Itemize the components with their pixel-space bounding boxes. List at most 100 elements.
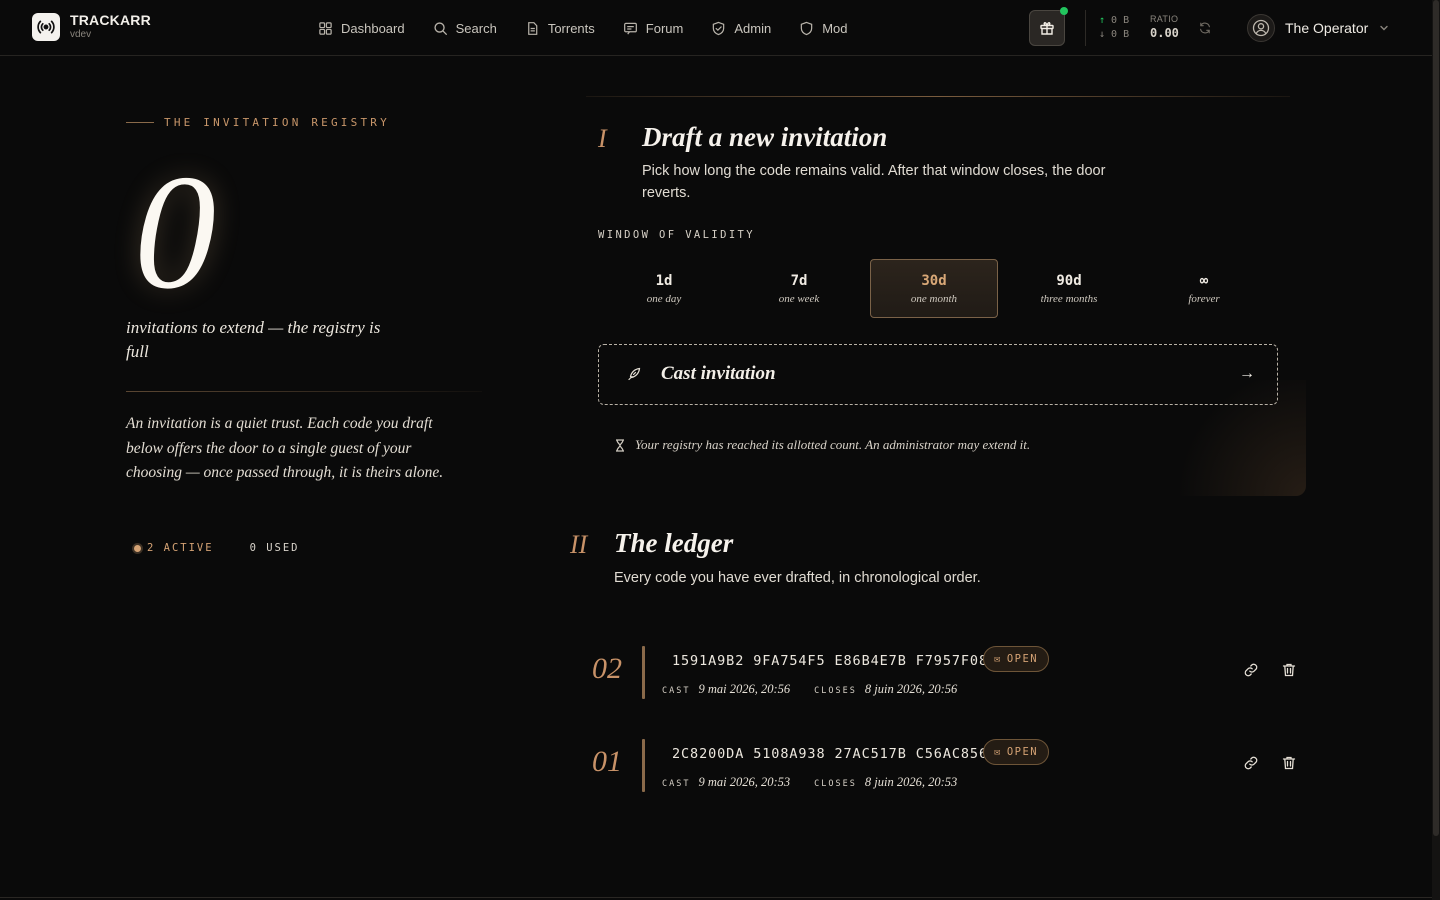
eyebrow-rule: [126, 122, 154, 123]
download-stat: ↓ 0 B: [1099, 28, 1129, 42]
validity-options: 1d one day 7d one week 30d one month 90d…: [600, 259, 1268, 318]
nav-search[interactable]: Search: [433, 21, 497, 36]
status-label: OPEN: [1006, 653, 1039, 665]
ratio-value: 0.00: [1150, 26, 1179, 40]
section-numeral: II: [570, 530, 588, 559]
brand-name: TRACKARR: [70, 12, 151, 28]
traffic-stats: ↑ 0 B ↓ 0 B: [1099, 14, 1129, 42]
validity-option-forever[interactable]: ∞ forever: [1140, 259, 1268, 318]
broadcast-logo-icon: [32, 13, 60, 41]
nav-admin-label: Admin: [734, 20, 772, 36]
trash-icon[interactable]: [1281, 662, 1297, 678]
file-icon: [527, 21, 538, 35]
invite-gift-button[interactable]: [1029, 7, 1068, 46]
status-badge: ✉ OPEN: [983, 739, 1050, 765]
shield-icon: [800, 21, 813, 35]
arrow-down-icon: ↓: [1099, 29, 1106, 40]
row-accent-bar: [642, 646, 645, 699]
grid-icon: [319, 21, 332, 35]
cast-label: CAST: [662, 779, 691, 789]
user-name: The Operator: [1285, 20, 1369, 36]
option-label: three months: [1040, 292, 1098, 305]
active-dot-icon: [134, 544, 141, 552]
nav-dashboard[interactable]: Dashboard: [318, 21, 405, 36]
copy-link-icon[interactable]: [1243, 662, 1259, 678]
draft-title: Draft a new invitation: [642, 122, 888, 152]
closes-date: 8 juin 2026, 20:53: [864, 775, 958, 789]
validity-option-90d[interactable]: 90d three months: [1005, 259, 1133, 318]
search-icon: [434, 21, 447, 35]
page-scrollbar[interactable]: [1432, 0, 1440, 900]
nav-torrents[interactable]: Torrents: [525, 21, 595, 36]
avatar: [1247, 14, 1275, 42]
message-icon: [623, 22, 637, 35]
cast-invitation-button[interactable]: Cast invitation →: [598, 344, 1278, 405]
arrow-up-icon: ↑: [1099, 15, 1106, 26]
option-label: one month: [910, 292, 958, 305]
upload-stat: ↑ 0 B: [1099, 14, 1129, 28]
copy-link-icon[interactable]: [1243, 755, 1259, 771]
validity-label: WINDOW OF VALIDITY: [598, 229, 755, 241]
eyebrow-text: THE INVITATION REGISTRY: [164, 116, 390, 129]
header-divider: [1085, 10, 1086, 46]
option-label: one day: [646, 292, 682, 305]
section-rule: [586, 96, 1290, 97]
registry-eyebrow: THE INVITATION REGISTRY: [126, 116, 390, 129]
invitation-count: 0: [134, 142, 216, 323]
draft-description: Pick how long the code remains valid. Af…: [642, 163, 1106, 201]
row-actions: [1243, 755, 1297, 771]
scrollbar-thumb[interactable]: [1433, 0, 1439, 836]
main-nav: Dashboard Search Torrents Forum Admin Mo…: [318, 0, 876, 56]
option-value: ∞: [1199, 272, 1209, 289]
top-bar: TRACKARR vdev Dashboard Search Torrents …: [0, 0, 1432, 56]
nav-search-label: Search: [455, 20, 497, 36]
row-dates: CAST 9 mai 2026, 20:56 CLOSES 8 juin 202…: [662, 682, 957, 697]
nav-admin[interactable]: Admin: [711, 21, 771, 36]
quill-icon: [628, 367, 641, 381]
option-label: one week: [778, 292, 820, 305]
cast-label: CAST: [662, 686, 691, 696]
ledger-description: Every code you have ever drafted, in chr…: [614, 570, 981, 586]
nav-forum[interactable]: Forum: [623, 20, 684, 36]
nav-mod-label: Mod: [822, 20, 848, 36]
nav-forum-label: Forum: [645, 20, 684, 36]
user-circle-icon: [1252, 19, 1270, 37]
divider: [126, 391, 482, 392]
upload-value: 0 B: [1111, 15, 1130, 26]
envelope-icon: ✉: [994, 653, 1002, 665]
hourglass-icon: [616, 438, 624, 452]
section-numeral: I: [598, 124, 607, 153]
validity-option-30d[interactable]: 30d one month: [870, 259, 998, 318]
count-caption: invitations to extend — the registry is …: [126, 318, 381, 361]
ledger-title: The ledger: [614, 528, 734, 558]
ratio-label: RATIO: [1150, 14, 1179, 24]
option-value: 7d: [790, 272, 808, 289]
active-count: 2 ACTIVE: [147, 542, 214, 554]
nav-dashboard-label: Dashboard: [341, 20, 405, 36]
brand[interactable]: TRACKARR vdev: [32, 13, 151, 41]
gift-icon: [1040, 22, 1054, 35]
notification-dot: [1060, 7, 1068, 15]
invite-code[interactable]: 1591A9B2 9FA754F5 E86B4E7B F7957F08: [672, 653, 988, 669]
chevron-down-icon: [1380, 25, 1388, 31]
validity-option-1d[interactable]: 1d one day: [600, 259, 728, 318]
nav-mod[interactable]: Mod: [799, 20, 848, 36]
user-menu[interactable]: The Operator: [1247, 14, 1390, 42]
option-value: 90d: [1056, 272, 1082, 289]
refresh-icon[interactable]: [1198, 21, 1212, 35]
download-value: 0 B: [1111, 29, 1130, 40]
used-count: 0 USED: [249, 542, 300, 554]
active-stat: 2 ACTIVE: [134, 542, 214, 554]
closes-label: CLOSES: [814, 779, 857, 789]
cast-date: 9 mai 2026, 20:56: [698, 682, 791, 696]
row-actions: [1243, 662, 1297, 678]
validity-option-7d[interactable]: 7d one week: [735, 259, 863, 318]
ledger-row: 01 2C8200DA 5108A938 27AC517B C56AC856 ✉…: [586, 737, 1306, 793]
invite-stats: 2 ACTIVE 0 USED: [134, 542, 300, 554]
invite-code[interactable]: 2C8200DA 5108A938 27AC517B C56AC856: [672, 746, 988, 762]
note-text: Your registry has reached its allotted c…: [635, 437, 1031, 452]
status-badge: ✉ OPEN: [983, 646, 1050, 672]
option-label: forever: [1188, 292, 1220, 305]
trash-icon[interactable]: [1281, 755, 1297, 771]
row-index: 01: [592, 745, 622, 778]
